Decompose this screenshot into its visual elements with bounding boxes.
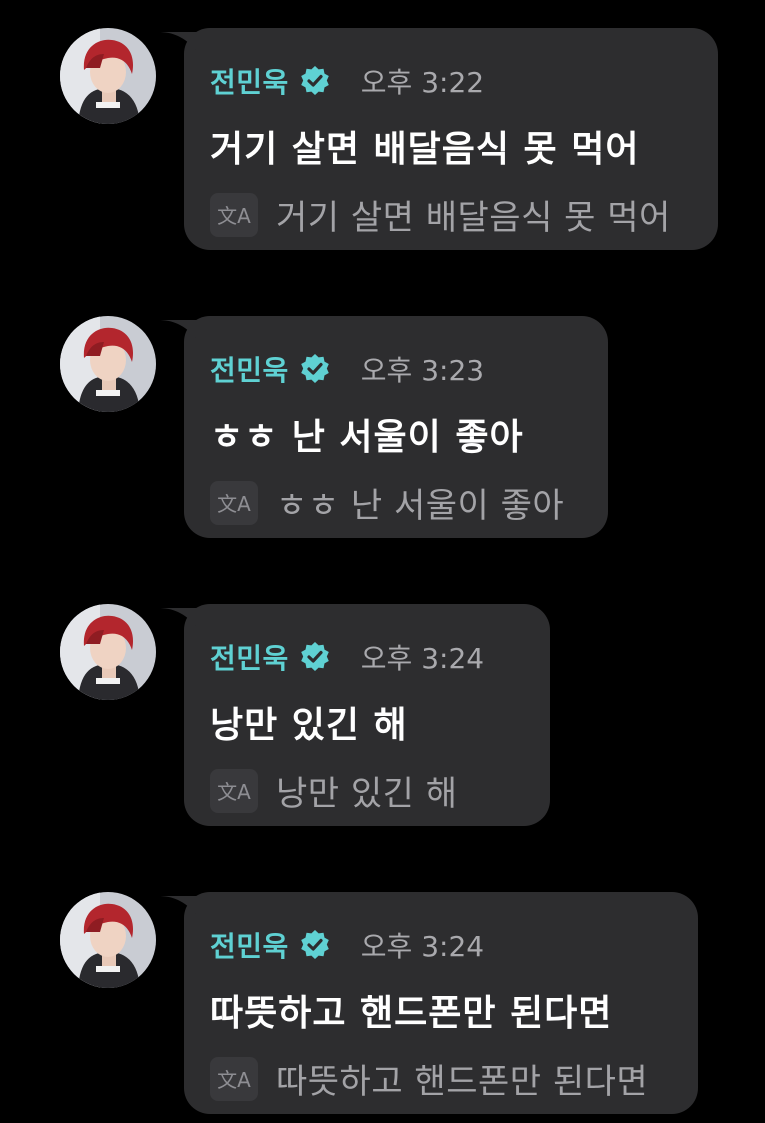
message-time: 오후 3:22	[360, 66, 485, 99]
message-bubble[interactable]: 전민욱 오후 3:22 거기 살면 배달음식 못 먹어 文A 거기 살면 배달음…	[158, 28, 718, 250]
bubble-tail	[158, 32, 198, 52]
sender-name[interactable]: 전민욱	[210, 61, 289, 101]
translate-icon[interactable]: 文A	[210, 1056, 258, 1101]
bubble-tail	[158, 896, 198, 916]
translation-row: 文A 따뜻하고 핸드폰만 된다면	[210, 1054, 648, 1103]
avatar-image	[60, 604, 156, 700]
translation-text: 따뜻하고 핸드폰만 된다면	[276, 1062, 649, 1102]
avatar-image	[60, 316, 156, 412]
message-text: ㅎㅎ 난 서울이 좋아	[210, 417, 524, 458]
message-text: 거기 살면 배달음식 못 먹어	[210, 129, 640, 170]
message-header: 전민욱 오후 3:23	[210, 349, 485, 389]
verified-badge-icon	[299, 65, 331, 97]
bubble-tail	[158, 608, 198, 628]
translation-text: 낭만 있긴 해	[276, 774, 458, 814]
sender-avatar[interactable]	[60, 892, 156, 988]
sender-avatar[interactable]	[60, 28, 156, 124]
message-bubble[interactable]: 전민욱 오후 3:23 ㅎㅎ 난 서울이 좋아 文A ㅎㅎ 난 서울이 좋아	[158, 316, 608, 538]
translation-text: 거기 살면 배달음식 못 먹어	[276, 198, 671, 238]
sender-name[interactable]: 전민욱	[210, 925, 289, 965]
translate-icon[interactable]: 文A	[210, 480, 258, 525]
sender-avatar[interactable]	[60, 316, 156, 412]
message-header: 전민욱 오후 3:24	[210, 925, 485, 965]
translate-icon[interactable]: 文A	[210, 768, 258, 813]
message-header: 전민욱 오후 3:22	[210, 61, 485, 101]
verified-badge-icon	[299, 353, 331, 385]
message-bubble[interactable]: 전민욱 오후 3:24 따뜻하고 핸드폰만 된다면 文A 따뜻하고 핸드폰만 된…	[158, 892, 698, 1114]
sender-name[interactable]: 전민욱	[210, 637, 289, 677]
sender-name[interactable]: 전민욱	[210, 349, 289, 389]
verified-badge-icon	[299, 641, 331, 673]
verified-badge-icon	[299, 929, 331, 961]
message-header: 전민욱 오후 3:24	[210, 637, 485, 677]
translation-row: 文A ㅎㅎ 난 서울이 좋아	[210, 478, 564, 527]
message-time: 오후 3:23	[360, 354, 485, 387]
translate-icon[interactable]: 文A	[210, 192, 258, 237]
avatar-image	[60, 28, 156, 124]
message-time: 오후 3:24	[360, 642, 485, 675]
avatar-image	[60, 892, 156, 988]
translation-text: ㅎㅎ 난 서울이 좋아	[276, 486, 565, 526]
bubble-tail	[158, 320, 198, 340]
message-text: 따뜻하고 핸드폰만 된다면	[210, 993, 613, 1034]
translation-row: 文A 거기 살면 배달음식 못 먹어	[210, 190, 671, 239]
message-time: 오후 3:24	[360, 930, 485, 963]
message-text: 낭만 있긴 해	[210, 705, 408, 746]
message-bubble[interactable]: 전민욱 오후 3:24 낭만 있긴 해 文A 낭만 있긴 해	[158, 604, 550, 826]
sender-avatar[interactable]	[60, 604, 156, 700]
translation-row: 文A 낭만 있긴 해	[210, 766, 458, 815]
